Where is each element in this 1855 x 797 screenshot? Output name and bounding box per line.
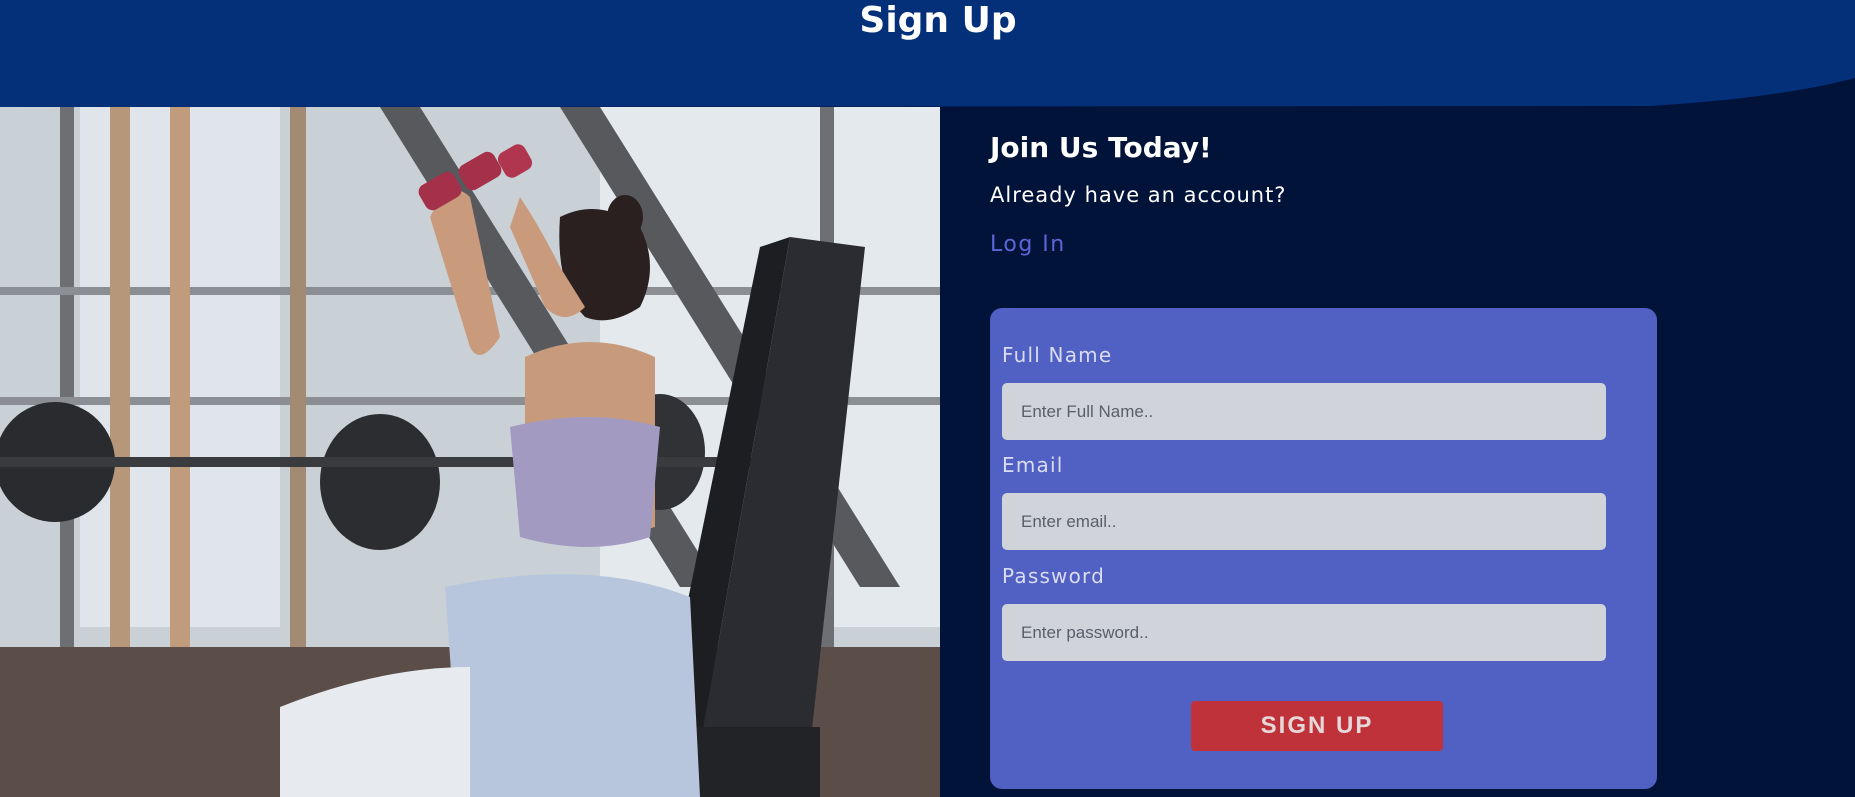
page-title: Sign Up <box>859 0 1017 41</box>
join-heading: Join Us Today! <box>990 131 1212 164</box>
password-input[interactable] <box>1002 604 1606 661</box>
full-name-input[interactable] <box>1002 383 1606 440</box>
signup-page: Sign Up Join Us Today! Already have an a… <box>0 0 1855 797</box>
email-input[interactable] <box>1002 493 1606 550</box>
full-name-label: Full Name <box>1002 343 1113 367</box>
password-label: Password <box>1002 564 1106 588</box>
header-banner: Sign Up <box>0 0 1855 107</box>
signup-button[interactable]: SIGN UP <box>1191 701 1443 751</box>
email-label: Email <box>1002 453 1064 477</box>
account-prompt: Already have an account? <box>990 183 1287 207</box>
hero-image <box>0 107 940 797</box>
gym-photo-illustration <box>0 107 940 797</box>
login-link[interactable]: Log In <box>990 232 1066 258</box>
signup-form: Full Name Email Password SIGN UP <box>990 308 1657 789</box>
